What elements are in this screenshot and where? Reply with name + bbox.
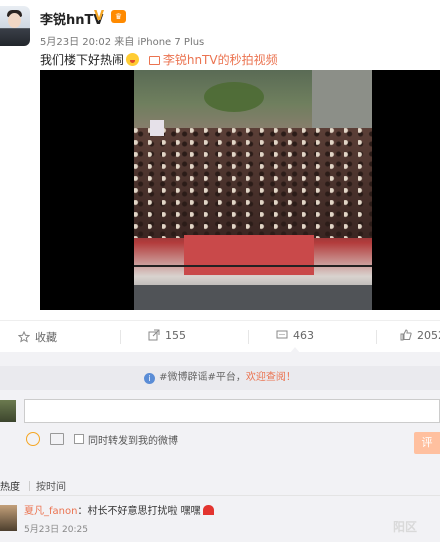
info-icon: i — [144, 373, 156, 384]
video-rail — [134, 265, 372, 267]
video-player[interactable] — [40, 70, 440, 310]
avatar-face — [8, 13, 21, 28]
sort-divider — [29, 481, 30, 491]
comment-count: 463 — [293, 329, 314, 342]
member-crown-icon: ♛ — [111, 10, 126, 23]
video-link-label: 李锐hnTV的秒拍视频 — [162, 53, 278, 67]
author-avatar[interactable] — [0, 6, 30, 46]
video-trees — [204, 82, 264, 112]
forward-checkbox[interactable] — [74, 434, 84, 444]
emoji-picker-icon[interactable] — [26, 432, 40, 446]
action-divider — [376, 330, 377, 344]
like-count: 2052 — [417, 329, 440, 342]
notice-link[interactable]: 欢迎查阅！ — [246, 372, 296, 383]
video-link[interactable]: 李锐hnTV的秒拍视频 — [148, 53, 278, 67]
video-building — [312, 70, 372, 130]
heart-icon — [202, 505, 214, 515]
rumor-notice[interactable]: i #微博辟谣#平台，欢迎查阅！ — [0, 366, 440, 390]
comment-pointer-icon — [290, 347, 300, 353]
sort-by-hot-tab[interactable]: 热度 — [0, 478, 20, 493]
image-upload-icon[interactable] — [50, 433, 64, 445]
post-meta: 5月23日 20:02 来自 iPhone 7 Plus — [40, 37, 205, 48]
video-sign — [150, 120, 164, 136]
video-frame — [134, 70, 372, 310]
grin-emoji-icon — [126, 53, 140, 66]
commenter-avatar[interactable] — [0, 505, 17, 531]
submit-comment-button[interactable]: 评 — [414, 432, 440, 454]
forward-button[interactable]: 155 — [148, 329, 186, 342]
comment-icon — [276, 330, 288, 339]
post-text-line: 我们楼下好热闹 李锐hnTV的秒拍视频 — [40, 51, 278, 68]
video-banner — [184, 235, 314, 275]
forward-checkbox-label: 同时转发到我的微博 — [88, 436, 178, 447]
action-bar: 收藏 155 463 2052 — [0, 320, 440, 352]
favorite-button[interactable]: 收藏 — [18, 329, 57, 345]
video-play-icon — [148, 56, 160, 65]
action-divider — [248, 330, 249, 344]
watermark: 阳区 — [393, 520, 418, 534]
notice-prefix: #微博辟谣#平台， — [159, 372, 246, 383]
video-crowd — [134, 128, 372, 238]
sort-by-time-tab[interactable]: 按时间 — [36, 478, 66, 493]
verified-badge-icon: V — [94, 9, 105, 24]
comment-time: 5月23日 20:25 — [24, 525, 88, 535]
forward-count: 155 — [165, 329, 186, 342]
like-button[interactable]: 2052 — [400, 329, 440, 342]
favorite-label: 收藏 — [35, 331, 57, 344]
video-barrier — [134, 285, 372, 310]
forward-icon — [148, 329, 160, 341]
sort-underline — [0, 495, 440, 496]
post-header: 李锐hnTV V ♛ 5月23日 20:02 来自 iPhone 7 Plus … — [0, 0, 440, 70]
commenter-name[interactable]: 夏凡_fanon — [24, 506, 77, 517]
comment-item: 夏凡_fanon：村长不好意思打扰啦 嘿嘿 — [24, 502, 214, 517]
star-icon — [18, 331, 30, 343]
comment-button[interactable]: 463 — [276, 329, 314, 342]
my-avatar — [0, 400, 16, 422]
comment-input[interactable] — [24, 399, 440, 423]
post-text: 我们楼下好热闹 — [40, 53, 125, 67]
comment-text: ：村长不好意思打扰啦 嘿嘿 — [77, 506, 201, 517]
thumbs-up-icon — [400, 329, 412, 341]
action-divider — [120, 330, 121, 344]
